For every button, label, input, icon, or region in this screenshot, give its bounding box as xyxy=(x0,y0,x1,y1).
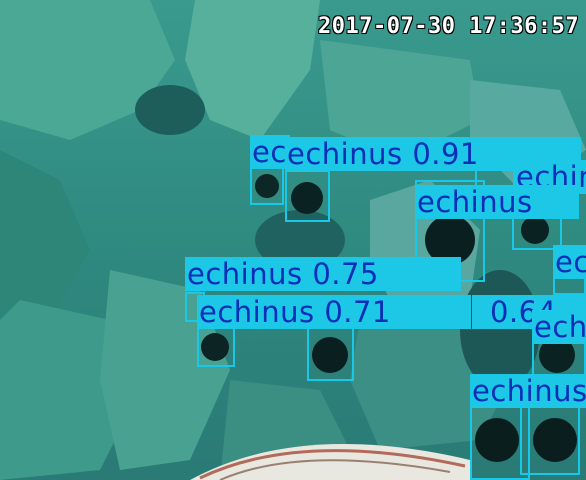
detection-box xyxy=(197,325,235,367)
detection-label: echinus xyxy=(415,185,579,219)
detection-label: echinus xyxy=(250,135,290,169)
timestamp-overlay: 2017-07-30 17:36:57 xyxy=(318,14,580,39)
detection-label: echinus xyxy=(470,374,586,408)
detection-label: echinus 0.71 xyxy=(197,295,471,329)
underwater-scene: 2017-07-30 17:36:57 echinus echinus 0.91… xyxy=(0,0,586,480)
detection-box xyxy=(285,170,330,222)
detection-label: echinus 0.75 xyxy=(185,257,461,291)
detection-box xyxy=(250,167,284,205)
detection-label: echinus xyxy=(553,245,586,279)
dark-crevice xyxy=(135,85,205,135)
detection-box xyxy=(520,405,580,475)
detection-box xyxy=(307,325,354,381)
dark-crevice xyxy=(460,270,540,390)
detection-label: echinus xyxy=(532,310,586,344)
